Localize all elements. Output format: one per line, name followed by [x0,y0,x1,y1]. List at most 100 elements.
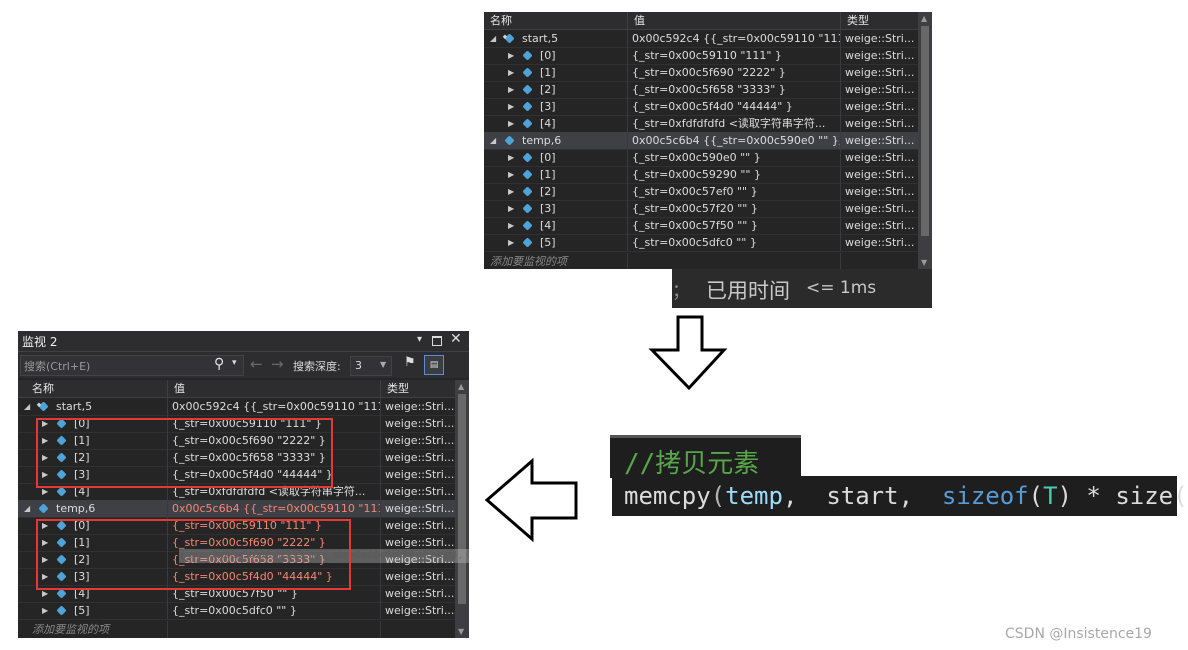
value-cell[interactable]: {_str=0x00c57ef0 "" } [628,183,841,200]
type-cell: weige::Stri... [385,519,455,532]
dropdown-icon[interactable]: ▾ [417,334,422,345]
watch-row[interactable]: ◢ start,5 0x00c592c4 {{_str=0x00c59110 "11… [18,398,455,416]
value-cell[interactable]: {_str=0xfdfdfdfd <读取字符串字符... [628,115,841,132]
search-input[interactable]: 搜索(Ctrl+E) [24,358,90,374]
watch-row[interactable]: ◢ start,5 0x00c592c4 {{_str=0x00c59110 "11… [484,30,918,48]
scroll-thumb[interactable] [921,26,929,236]
watch-row[interactable]: ◢ temp,6 0x00c5c6b4 {{_str=0x00c59110 "111… [18,500,455,518]
type-cell: weige::Stri... [385,400,455,413]
watch-row[interactable]: ▶ [0] {_str=0x00c59110 "111" } weige::Stri.… [484,47,918,65]
hex-display-icon[interactable]: ▤ [424,355,444,375]
value-cell[interactable]: 0x00c5c6b4 {{_str=0x00c590e0 "" }, {_s..… [628,132,841,149]
forward-arrow-icon[interactable]: → [271,355,284,373]
expand-icon[interactable]: ▶ [508,200,514,217]
back-arrow-icon[interactable]: ← [250,355,263,373]
top-watch-scrollbar[interactable]: ▲ ▼ [918,12,932,269]
watch-row[interactable]: ▶ [5] {_str=0x00c5dfc0 "" } weige::Stri... [18,602,455,620]
value-cell[interactable]: {_str=0x00c57f20 "" } [628,200,841,217]
watch-row[interactable]: ▶ [1] {_str=0x00c5f690 "2222" } weige::Stri… [484,64,918,82]
watch-row[interactable]: ▶ [2] {_str=0x00c5f658 "3333" } weige::Stri… [484,81,918,99]
search-box[interactable]: 搜索(Ctrl+E) ⚲ ▾ [20,355,244,376]
type-cell: weige::Stri... [385,468,455,481]
expand-icon[interactable]: ▶ [508,234,514,251]
collapse-icon[interactable]: ◢ [24,398,30,415]
variable-name: [4] [540,117,556,130]
expand-icon[interactable]: ▶ [508,98,514,115]
add-watch-label[interactable]: 添加要监视的项 [18,621,168,638]
type-cell: weige::Stri... [385,434,455,447]
name-cell: ▶ [4] [484,115,628,132]
value-cell[interactable]: {_str=0x00c5dfc0 "" } [168,602,381,619]
column-header-name[interactable]: 名称 [484,12,628,29]
add-watch-row[interactable]: 添加要监视的项 [18,621,455,638]
search-icon[interactable]: ⚲ [214,356,224,372]
top-watch-header: 名称 值 类型 [484,12,918,30]
value-cell[interactable]: 0x00c592c4 {{_str=0x00c59110 "111" },... [168,398,381,415]
expand-icon[interactable]: ▶ [508,183,514,200]
type-cell: weige::Stri... [385,604,455,617]
add-watch-label[interactable]: 添加要监视的项 [484,253,628,269]
scroll-thumb[interactable] [458,394,466,604]
cube-icon [38,503,49,514]
column-header-value[interactable]: 值 [628,12,841,29]
watch-row[interactable]: ▶ [5] {_str=0x00c5dfc0 "" } weige::Stri... [484,234,918,252]
watch-row[interactable]: ▶ [1] {_str=0x00c59290 "" } weige::Stri... [484,166,918,184]
expand-icon[interactable]: ▶ [508,64,514,81]
watch2-scrollbar[interactable]: ▲ ▼ [455,380,469,638]
elapsed-lead: ； [672,281,690,302]
watch-row[interactable]: ▶ [4] {_str=0xfdfdfdfd <读取字符串字符... weige::S… [484,115,918,133]
maximize-icon[interactable] [432,336,442,346]
scroll-down-icon[interactable]: ▼ [921,258,927,267]
elapsed-time-bar: ； 已用时间 <= 1ms [672,269,932,308]
watch-row[interactable]: ▶ [3] {_str=0x00c5f4d0 "44444" } weige::Str… [484,98,918,116]
collapse-icon[interactable]: ◢ [490,30,496,47]
value-cell[interactable]: 0x00c5c6b4 {{_str=0x00c59110 "111" },... [168,500,381,517]
scroll-up-icon[interactable]: ▲ [458,382,464,391]
value-cell[interactable]: {_str=0x00c5f4d0 "44444" } [628,98,841,115]
search-options-icon[interactable]: ▾ [232,358,237,368]
variable-name: [4] [540,219,556,232]
watch-row[interactable]: ▶ [2] {_str=0x00c57ef0 "" } weige::Stri... [484,183,918,201]
watch-row[interactable]: ◢ temp,6 0x00c5c6b4 {{_str=0x00c590e0 "" }… [484,132,918,150]
expand-icon[interactable]: ▶ [42,602,48,619]
search-depth-select[interactable]: 3 ▼ [350,356,392,376]
expand-icon[interactable]: ▶ [508,115,514,132]
watch-row[interactable]: ▶ [0] {_str=0x00c590e0 "" } weige::Stri... [484,149,918,167]
expand-icon[interactable]: ▶ [508,47,514,64]
value-cell[interactable]: {_str=0x00c59290 "" } [628,166,841,183]
name-cell: ▶ [1] [484,166,628,183]
column-header-value[interactable]: 值 [168,380,381,397]
expand-icon[interactable]: ▶ [508,166,514,183]
column-header-name[interactable]: 名称 [18,380,168,397]
value-cell[interactable]: {_str=0x00c57f50 "" } [628,217,841,234]
expand-icon[interactable]: ▶ [508,149,514,166]
collapse-icon[interactable]: ◢ [24,500,30,517]
cube-icon [522,101,533,112]
add-watch-row[interactable]: 添加要监视的项 [484,253,918,269]
type-cell: weige::Stri... [845,117,915,130]
name-cell: ▶ [3] [484,98,628,115]
value-cell[interactable]: {_str=0x00c5dfc0 "" } [628,234,841,251]
name-cell: ▶ [5] [484,234,628,251]
scroll-up-icon[interactable]: ▲ [921,14,927,23]
value-cell[interactable]: {_str=0x00c5f690 "2222" } [628,64,841,81]
down-arrow-icon [648,315,728,391]
value-cell[interactable]: {_str=0x00c5f658 "3333" } [628,81,841,98]
watch-row[interactable]: ▶ [3] {_str=0x00c57f20 "" } weige::Stri... [484,200,918,218]
watch-row[interactable]: ▶ [4] {_str=0x00c57f50 "" } weige::Stri... [484,217,918,235]
type-cell: weige::Stri... [845,100,915,113]
type-cell: weige::Stri... [385,570,455,583]
column-header-type[interactable]: 类型 [841,12,918,29]
type-cell: weige::Stri... [845,236,915,249]
collapse-icon[interactable]: ◢ [490,132,496,149]
scroll-down-icon[interactable]: ▼ [458,627,464,636]
column-header-type[interactable]: 类型 [381,380,455,397]
expand-icon[interactable]: ▶ [508,217,514,234]
value-cell[interactable]: 0x00c592c4 {{_str=0x00c59110 "111" },... [628,30,841,47]
value-cell[interactable]: {_str=0x00c59110 "111" } [628,47,841,64]
expand-icon[interactable]: ▶ [508,81,514,98]
type-cell: weige::Stri... [385,417,455,430]
value-cell[interactable]: {_str=0x00c590e0 "" } [628,149,841,166]
close-icon[interactable]: ✕ [450,331,462,347]
filter-icon[interactable]: ⚑ [404,355,416,370]
